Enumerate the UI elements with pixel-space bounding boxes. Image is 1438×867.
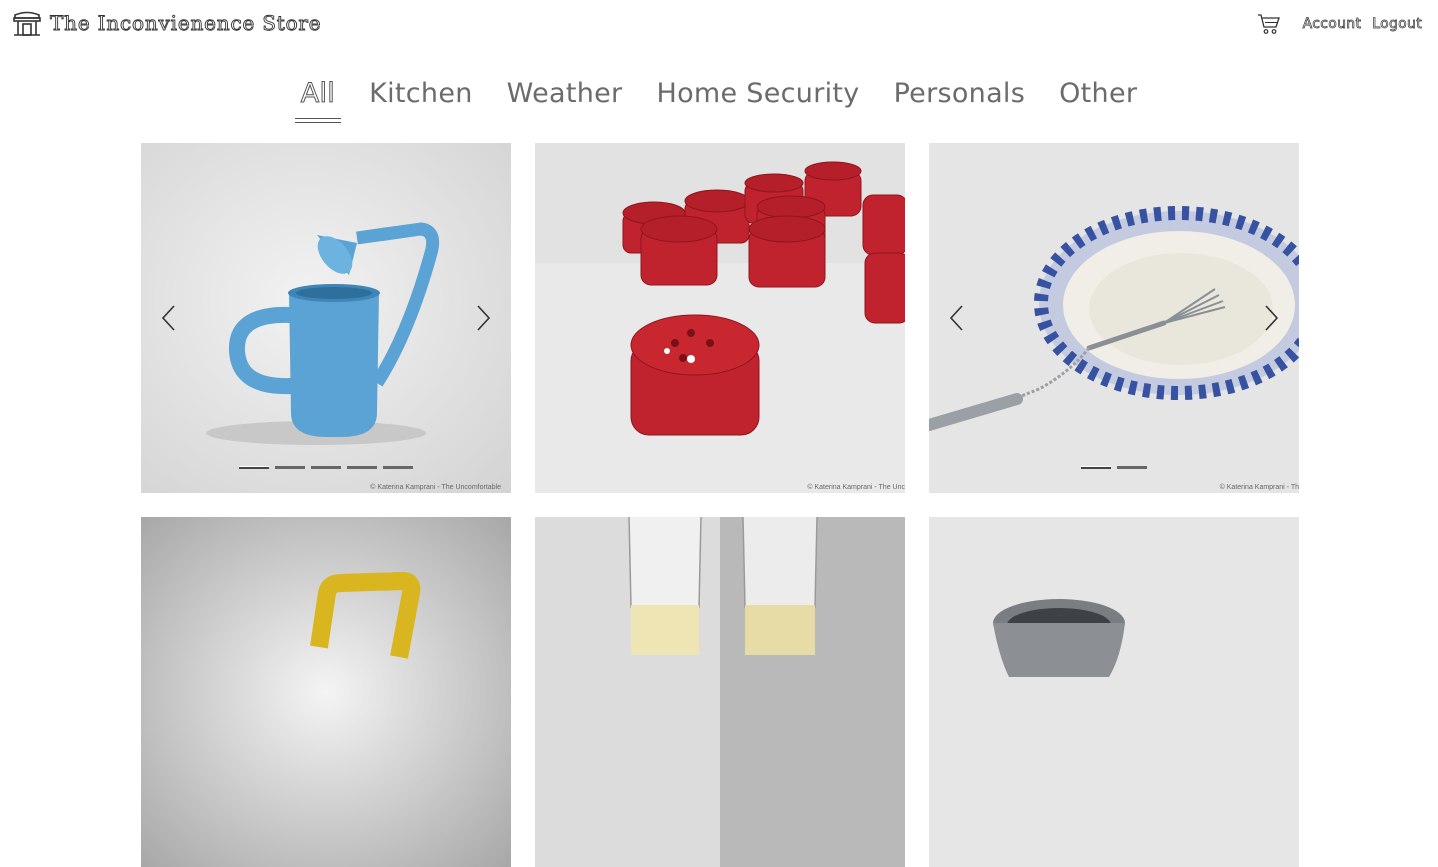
carousel-dot[interactable]: [275, 466, 305, 469]
tab-home-security[interactable]: Home Security: [650, 78, 865, 123]
product-image-yellow-handle: [141, 517, 511, 867]
storefront-icon: [13, 11, 41, 36]
carousel-dot[interactable]: [1081, 466, 1111, 469]
chevron-left-icon[interactable]: [159, 303, 179, 333]
chevron-right-icon[interactable]: [1261, 303, 1281, 333]
image-credit: © Katerina Kamprani - Th: [1219, 484, 1299, 491]
cart-icon[interactable]: [1257, 12, 1281, 36]
tab-kitchen[interactable]: Kitchen: [363, 78, 479, 123]
product-image-plate-fork: [929, 143, 1299, 493]
carousel-indicators: [929, 466, 1299, 469]
carousel-dot[interactable]: [311, 466, 341, 469]
carousel-dot[interactable]: [347, 466, 377, 469]
product-image-salt-shakers: [535, 143, 905, 493]
tab-personals[interactable]: Personals: [888, 78, 1032, 123]
image-credit: © Katerina Kamprani - The Unc: [807, 484, 905, 491]
tab-weather[interactable]: Weather: [501, 78, 629, 123]
carousel-dot[interactable]: [383, 466, 413, 469]
carousel-dot[interactable]: [1117, 466, 1147, 469]
account-link[interactable]: Account: [1302, 16, 1361, 33]
category-tabs: All Kitchen Weather Home Security Person…: [0, 78, 1438, 123]
brand[interactable]: The Inconvienence Store: [12, 9, 321, 37]
top-navbar: The Inconvienence Store Account Logout: [0, 0, 1438, 48]
chevron-right-icon[interactable]: [473, 303, 493, 333]
product-card[interactable]: © Katerina Kamprani - The Unc: [535, 143, 905, 493]
product-image-champagne-glasses: [535, 517, 905, 867]
logout-link[interactable]: Logout: [1372, 16, 1422, 33]
product-image-watering-can: [141, 143, 511, 493]
user-menu: Account Logout: [1257, 12, 1422, 36]
product-card[interactable]: [535, 517, 905, 867]
brand-name: The Inconvienence Store: [50, 11, 322, 36]
chevron-left-icon[interactable]: [947, 303, 967, 333]
product-card[interactable]: © Katerina Kamprani - The Uncomfortable: [141, 143, 511, 493]
tab-other[interactable]: Other: [1053, 78, 1143, 123]
image-credit: © Katerina Kamprani - The Uncomfortable: [370, 484, 501, 491]
tab-all[interactable]: All: [294, 78, 342, 123]
carousel-indicators: [141, 466, 511, 469]
product-card[interactable]: [929, 517, 1299, 867]
product-card[interactable]: © Katerina Kamprani - Th: [929, 143, 1299, 493]
carousel-dot[interactable]: [239, 466, 269, 469]
product-card[interactable]: [141, 517, 511, 867]
product-image-steel-pitcher: [929, 517, 1299, 867]
